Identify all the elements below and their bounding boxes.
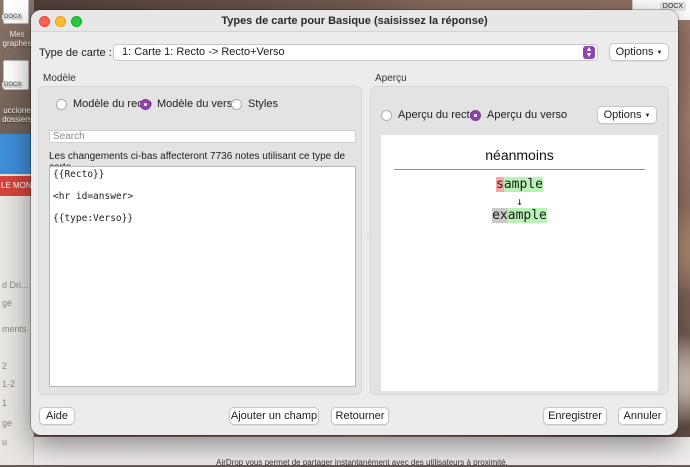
card-type-value: 1: Carte 1: Recto -> Recto+Verso — [122, 46, 285, 58]
radio-label: Aperçu du recto — [398, 109, 476, 121]
sidebar-text: d Dri... — [2, 280, 29, 290]
title-bar[interactable]: Types de carte pour Basique (saisissez l… — [31, 10, 678, 32]
typed-wrong-part: s — [496, 177, 504, 192]
template-panel: Modèle du recto Modèle du verso Styles S… — [38, 86, 362, 395]
docx-badge: DOCX — [2, 82, 24, 88]
airdrop-panel: AirDrop vous permet de partager instanta… — [34, 437, 690, 467]
finder-sidebar: DOCX Mes graphes DOCX uccione dossiers L… — [0, 0, 34, 465]
chevron-down-icon: ▼ — [656, 50, 663, 56]
radio-label: Modèle du verso — [157, 98, 239, 110]
card-type-select[interactable]: 1: Carte 1: Recto -> Recto+Verso ▲ ▼ — [113, 44, 598, 61]
preview-front-text: néanmoins — [485, 147, 554, 163]
radio-back-template[interactable]: Modèle du verso — [140, 98, 238, 110]
sidebar-text: 1 — [2, 398, 8, 408]
radio-icon — [231, 98, 242, 110]
save-button[interactable]: Enregistrer — [543, 407, 607, 425]
editor-line: {{type:Verso}} — [53, 213, 134, 224]
radio-label: Aperçu du verso — [487, 109, 568, 121]
card-type-label: Type de carte : — [39, 47, 112, 59]
card-types-window: Types de carte pour Basique (saisissez l… — [31, 10, 678, 435]
radio-selected-icon — [470, 109, 481, 121]
preview-panel: Aperçu du recto Aperçu du verso Options ▼… — [370, 86, 669, 395]
sidebar-text: ge — [2, 418, 13, 428]
airdrop-text: AirDrop vous permet de partager instanta… — [216, 458, 508, 467]
radio-back-preview[interactable]: Aperçu du verso — [470, 109, 567, 121]
desktop-label-dossiers[interactable]: uccione dossiers — [0, 106, 34, 124]
search-input[interactable]: Search — [49, 130, 356, 143]
add-field-button[interactable]: Ajouter un champ — [229, 407, 319, 425]
folder-icon[interactable] — [0, 134, 34, 174]
docx-file-icon[interactable] — [3, 0, 29, 24]
desktop-label-mes-graphes[interactable]: Mes graphes — [0, 30, 34, 48]
sidebar-text: u — [2, 437, 8, 447]
radio-front-preview[interactable]: Aperçu du recto — [381, 109, 476, 121]
help-button[interactable]: Aide — [39, 407, 75, 425]
sidebar-text: 1-2 — [2, 379, 16, 389]
radio-front-template[interactable]: Modèle du recto — [56, 98, 152, 110]
sidebar-text: gé — [2, 298, 13, 308]
missing-part: ex — [492, 208, 508, 223]
radio-icon — [381, 109, 392, 121]
typed-right-part: ample — [503, 177, 543, 192]
flip-button[interactable]: Retourner — [331, 407, 389, 425]
radio-icon — [56, 98, 67, 110]
answer-divider — [394, 169, 645, 170]
chevron-down-icon: ▼ — [644, 113, 651, 119]
radio-styles[interactable]: Styles — [231, 98, 278, 110]
radio-label: Styles — [248, 98, 278, 110]
docx-badge: DOCX — [2, 14, 24, 20]
cancel-button[interactable]: Annuler — [618, 407, 667, 425]
correct-answer: example — [381, 208, 658, 223]
editor-line: {{Recto}} — [53, 169, 105, 180]
typed-answer: sample — [381, 177, 658, 192]
sidebar-text: 2 — [2, 361, 8, 371]
down-arrow-icon: ↓ — [516, 195, 523, 208]
preview-options-button[interactable]: Options ▼ — [597, 106, 657, 124]
apercu-section-label: Aperçu — [375, 73, 407, 84]
window-title: Types de carte pour Basique (saisissez l… — [221, 15, 488, 27]
desktop-label-le-mon[interactable]: LE MON — [0, 176, 34, 196]
search-placeholder: Search — [53, 131, 85, 142]
sidebar-text: ments — [2, 324, 27, 334]
options-button[interactable]: Options ▼ — [609, 43, 669, 61]
editor-line: <hr id=answer> — [53, 191, 134, 202]
card-type-row: Type de carte : 1: Carte 1: Recto -> Rec… — [39, 44, 670, 62]
radio-selected-icon — [140, 98, 151, 110]
options-button-label: Options — [615, 46, 654, 58]
template-editor[interactable]: {{Recto}} <hr id=answer> {{type:Verso}} — [49, 166, 356, 387]
correct-rest-part: ample — [507, 208, 547, 223]
options-button-label: Options — [603, 109, 642, 121]
card-preview: néanmoins sample ↓ example — [381, 135, 658, 391]
select-arrows-icon: ▲ ▼ — [583, 46, 595, 59]
modele-section-label: Modèle — [43, 73, 76, 84]
